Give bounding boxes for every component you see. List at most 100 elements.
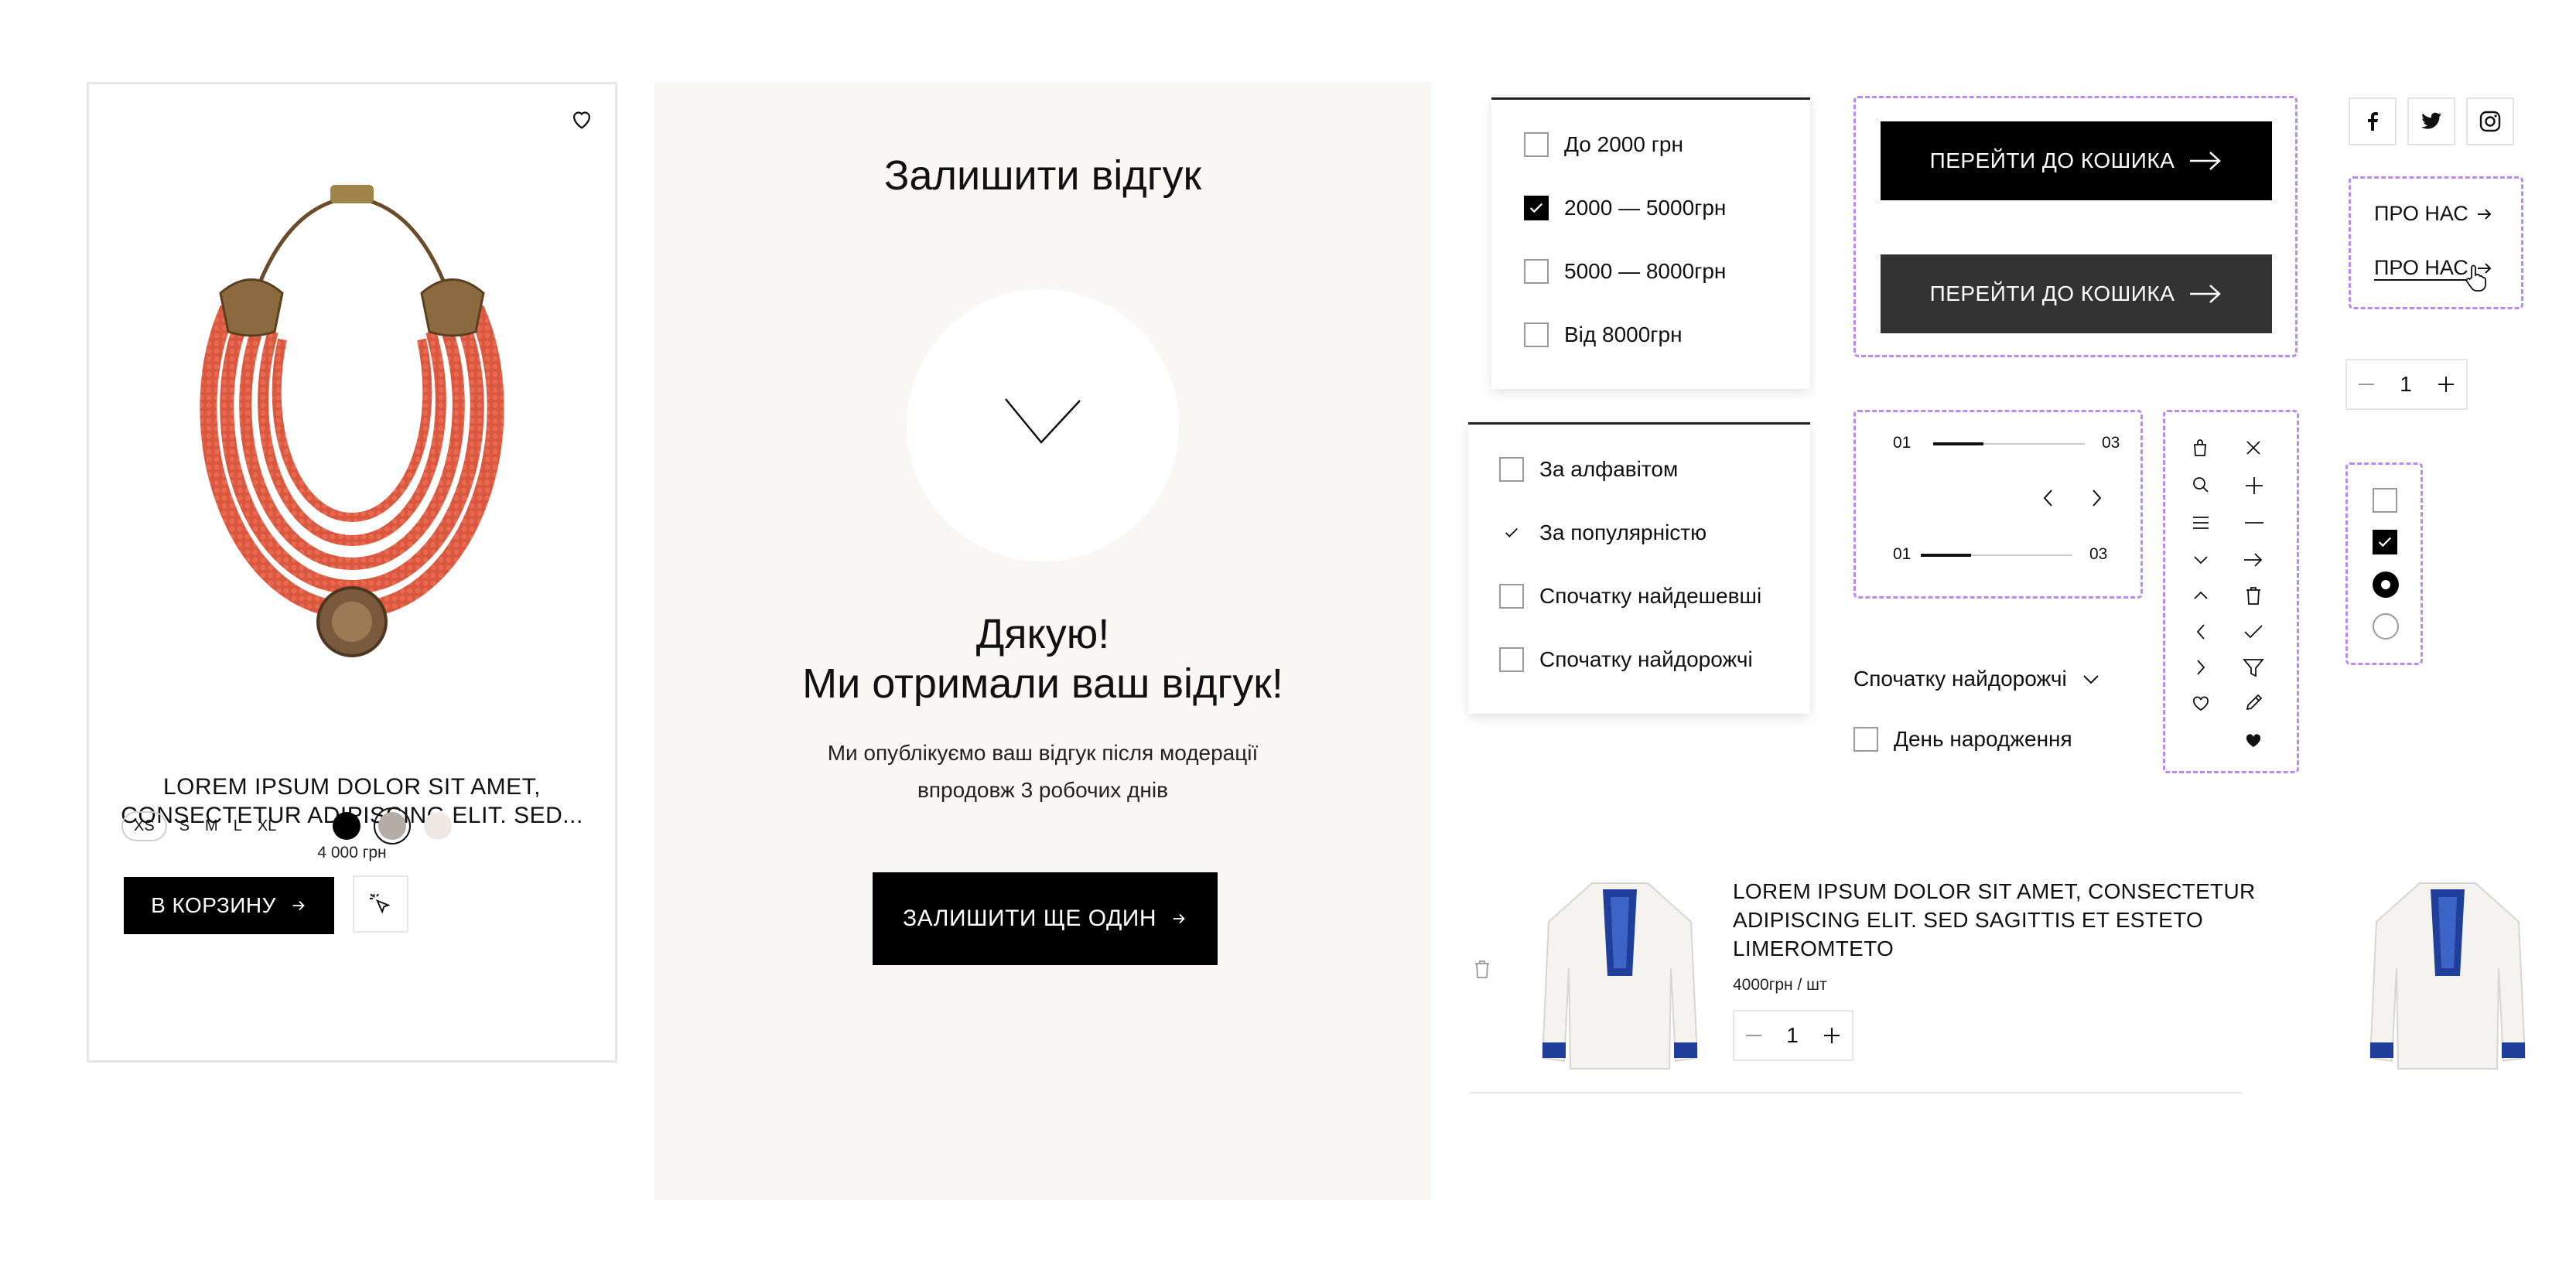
price-option-1[interactable]: До 2000 грн (1524, 132, 1683, 157)
chevron-left-icon[interactable] (2040, 488, 2057, 508)
sort-option-label: За алфавітом (1539, 457, 1679, 481)
about-link-label: ПРО НАС (2374, 256, 2468, 279)
check-icon (1004, 397, 1081, 445)
quantity-value[interactable]: 1 (2400, 372, 2412, 397)
about-link-label: ПРО НАС (2374, 202, 2468, 225)
size-option-m[interactable]: M (202, 817, 221, 835)
cart-item-divider (1470, 1092, 2242, 1093)
instagram-icon[interactable] (2466, 97, 2514, 145)
icon-set (2163, 410, 2299, 773)
radio-selected[interactable] (2373, 571, 2399, 598)
close-icon[interactable] (2244, 438, 2263, 457)
arrow-right-icon (2188, 282, 2222, 305)
size-selector: XS S M L XL (121, 807, 456, 844)
sort-option-cheapest[interactable]: Спочатку найдешевші (1499, 584, 1761, 609)
moderation-note: Ми опублікуємо ваш відгук після модераці… (778, 735, 1307, 809)
checkbox[interactable] (1499, 584, 1524, 609)
review-heading: Залишити відгук (883, 152, 1202, 199)
price-filter-dropdown: До 2000 грн 2000 — 5000грн 5000 — 8000гр… (1491, 97, 1810, 389)
quick-view-button[interactable] (353, 875, 408, 933)
checkbox[interactable] (1499, 457, 1524, 482)
checkbox-checked[interactable] (1524, 196, 1549, 220)
sort-dropdown[interactable]: Спочатку найдорожчі (1853, 667, 2101, 691)
heart-filled-icon[interactable] (2244, 732, 2263, 749)
search-icon[interactable] (2192, 476, 2210, 494)
thanks-line-1: Дякую! (975, 611, 1110, 657)
slider-start: 01 (1893, 434, 1912, 452)
price-option-3[interactable]: 5000 — 8000грн (1524, 259, 1726, 284)
cart-item-image-preview[interactable] (2367, 875, 2528, 1073)
pencil-icon[interactable] (2244, 692, 2264, 712)
color-swatch-black[interactable] (329, 808, 364, 844)
checkbox[interactable] (1524, 132, 1549, 157)
minus-icon[interactable] (2244, 520, 2264, 525)
chevron-left-icon[interactable] (2193, 623, 2209, 641)
arrow-right-icon[interactable] (2243, 551, 2264, 568)
check-icon[interactable] (2243, 623, 2264, 641)
checkbox[interactable] (2373, 488, 2397, 513)
slider-start: 01 (1893, 545, 1912, 563)
checkbox-radio-states (2345, 462, 2423, 665)
trash-icon[interactable] (1473, 959, 1491, 979)
quantity-value[interactable]: 1 (1786, 1023, 1799, 1048)
twitter-icon[interactable] (2407, 97, 2455, 145)
menu-icon[interactable] (2192, 514, 2210, 531)
product-image-necklace[interactable] (166, 177, 538, 718)
about-link[interactable]: ПРО НАС (2374, 202, 2493, 226)
chevron-down-icon (2081, 670, 2101, 687)
checkbox[interactable] (1853, 727, 1878, 752)
add-to-cart-button[interactable]: В КОРЗИНУ (124, 877, 334, 934)
cart-item-title[interactable]: LOREM IPSUM DOLOR SIT AMET, CONSECTETUR … (1733, 877, 2259, 963)
slider-track[interactable] (1933, 442, 2085, 445)
chevron-right-icon[interactable] (2193, 658, 2209, 677)
chevron-down-icon[interactable] (2192, 551, 2210, 568)
plus-icon[interactable] (2437, 375, 2455, 394)
slider-track[interactable] (1921, 554, 2072, 557)
minus-icon[interactable] (1745, 1033, 1762, 1038)
sort-option-alphabet[interactable]: За алфавітом (1499, 457, 1678, 482)
go-to-cart-button-hover[interactable]: ПЕРЕЙТИ ДО КОШИКА (1881, 254, 2272, 333)
checkbox[interactable] (1524, 322, 1549, 347)
size-option-xl[interactable]: XL (255, 817, 279, 835)
leave-another-review-button[interactable]: ЗАЛИШИТИ ЩЕ ОДИН (873, 872, 1218, 965)
slider-progress (1933, 442, 1983, 445)
checkbox[interactable] (1524, 259, 1549, 284)
slider-progress (1921, 554, 1971, 557)
plus-icon[interactable] (1823, 1026, 1841, 1045)
cart-item-price: 4000грн / шт (1733, 976, 1827, 994)
heart-outline-icon[interactable] (2192, 695, 2210, 712)
slider-end: 03 (2089, 545, 2108, 563)
chevron-right-icon[interactable] (2088, 488, 2105, 508)
arrow-right-icon (2188, 149, 2222, 172)
facebook-icon[interactable] (2349, 97, 2397, 145)
size-option-s[interactable]: S (176, 817, 193, 835)
go-to-cart-button[interactable]: ПЕРЕЙТИ ДО КОШИКА (1881, 121, 2272, 200)
chevron-up-icon[interactable] (2192, 587, 2210, 604)
sort-option-popularity[interactable]: За популярністю (1499, 520, 1707, 545)
cart-item-image[interactable] (1539, 875, 1700, 1073)
arrow-right-icon (290, 897, 307, 914)
sort-option-label: Спочатку найдешевші (1539, 584, 1762, 608)
price-option-2[interactable]: 2000 — 5000грн (1524, 196, 1726, 220)
moderation-note-line-2: впродовж 3 робочих днів (917, 778, 1168, 802)
trash-icon[interactable] (2244, 585, 2263, 606)
size-option-l[interactable]: L (231, 817, 245, 835)
checkbox-checked[interactable] (2373, 530, 2397, 554)
size-option-xs[interactable]: XS (121, 810, 167, 841)
sort-filter-dropdown: За алфавітом За популярністю Спочатку на… (1468, 422, 1810, 714)
price-option-4[interactable]: Від 8000грн (1524, 322, 1683, 347)
checkbox[interactable] (1499, 647, 1524, 672)
color-swatch-grey[interactable] (374, 807, 412, 844)
thanks-message: Дякую! Ми отримали ваш відгук! (654, 609, 1431, 708)
color-swatch-pink[interactable] (420, 808, 456, 844)
sort-option-label: За популярністю (1539, 520, 1707, 544)
radio-unselected[interactable] (2373, 613, 2399, 640)
plus-icon[interactable] (2244, 476, 2264, 496)
filter-icon[interactable] (2243, 658, 2264, 678)
bag-icon[interactable] (2192, 438, 2209, 457)
heart-icon[interactable] (569, 106, 595, 132)
minus-icon[interactable] (2358, 382, 2375, 387)
birthday-checkbox-row[interactable]: День народження (1853, 727, 2072, 752)
sort-option-expensive[interactable]: Спочатку найдорожчі (1499, 647, 1753, 672)
cart-item-quantity-stepper: 1 (1733, 1010, 1853, 1061)
